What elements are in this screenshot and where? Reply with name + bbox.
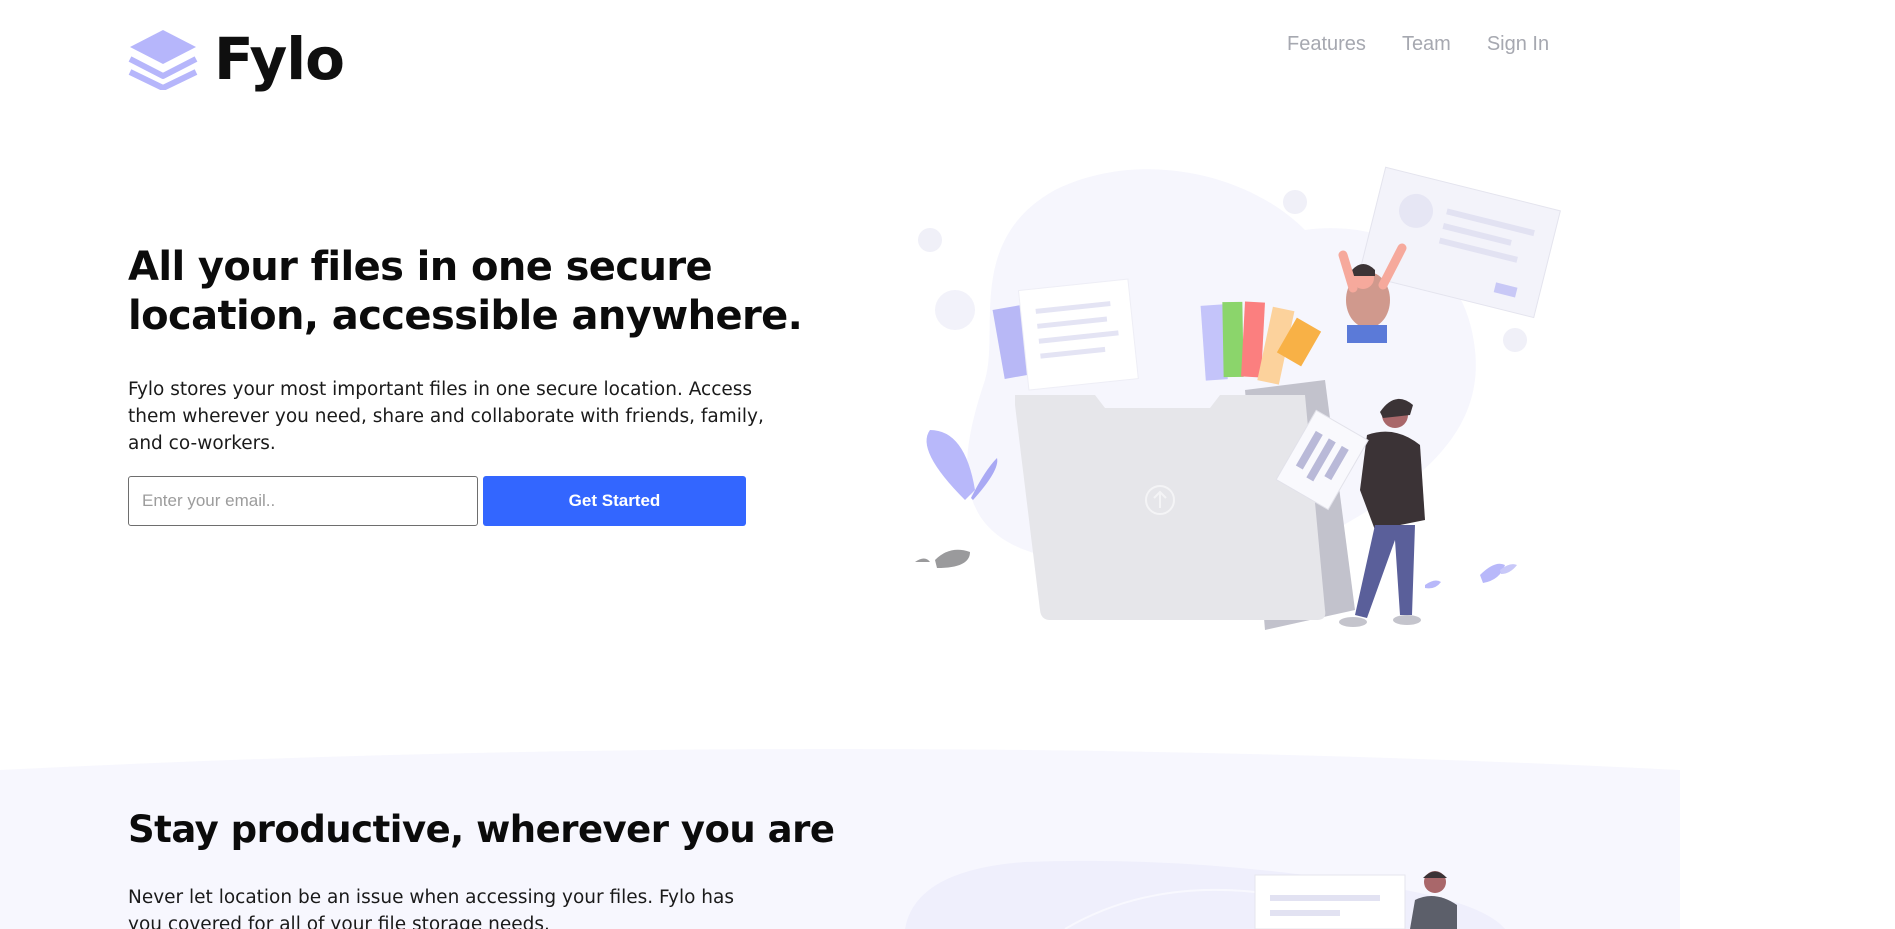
section-description: Never let location be an issue when acce… — [128, 887, 734, 929]
brand-name: Fylo — [214, 25, 345, 93]
logo[interactable]: Fylo — [128, 25, 345, 93]
landing-page: Fylo Features Team Sign In All your file… — [0, 0, 1895, 929]
logo-layers-icon — [128, 30, 198, 90]
get-started-button[interactable]: Get Started — [483, 476, 746, 526]
hero-illustration — [915, 166, 1561, 630]
hero-description: Fylo stores your most important files in… — [128, 379, 764, 454]
main-nav: Features Team Sign In — [1287, 33, 1549, 56]
email-input[interactable] — [128, 476, 478, 526]
section-title: Stay productive, wherever you are — [128, 808, 835, 851]
productive-illustration — [905, 860, 1505, 929]
nav-link-sign-in[interactable]: Sign In — [1487, 33, 1549, 56]
nav-link-team[interactable]: Team — [1402, 33, 1451, 56]
signup-form: Get Started — [128, 476, 746, 526]
hero-title: All your files in one secure location, a… — [128, 244, 803, 339]
nav-link-features[interactable]: Features — [1287, 33, 1366, 56]
